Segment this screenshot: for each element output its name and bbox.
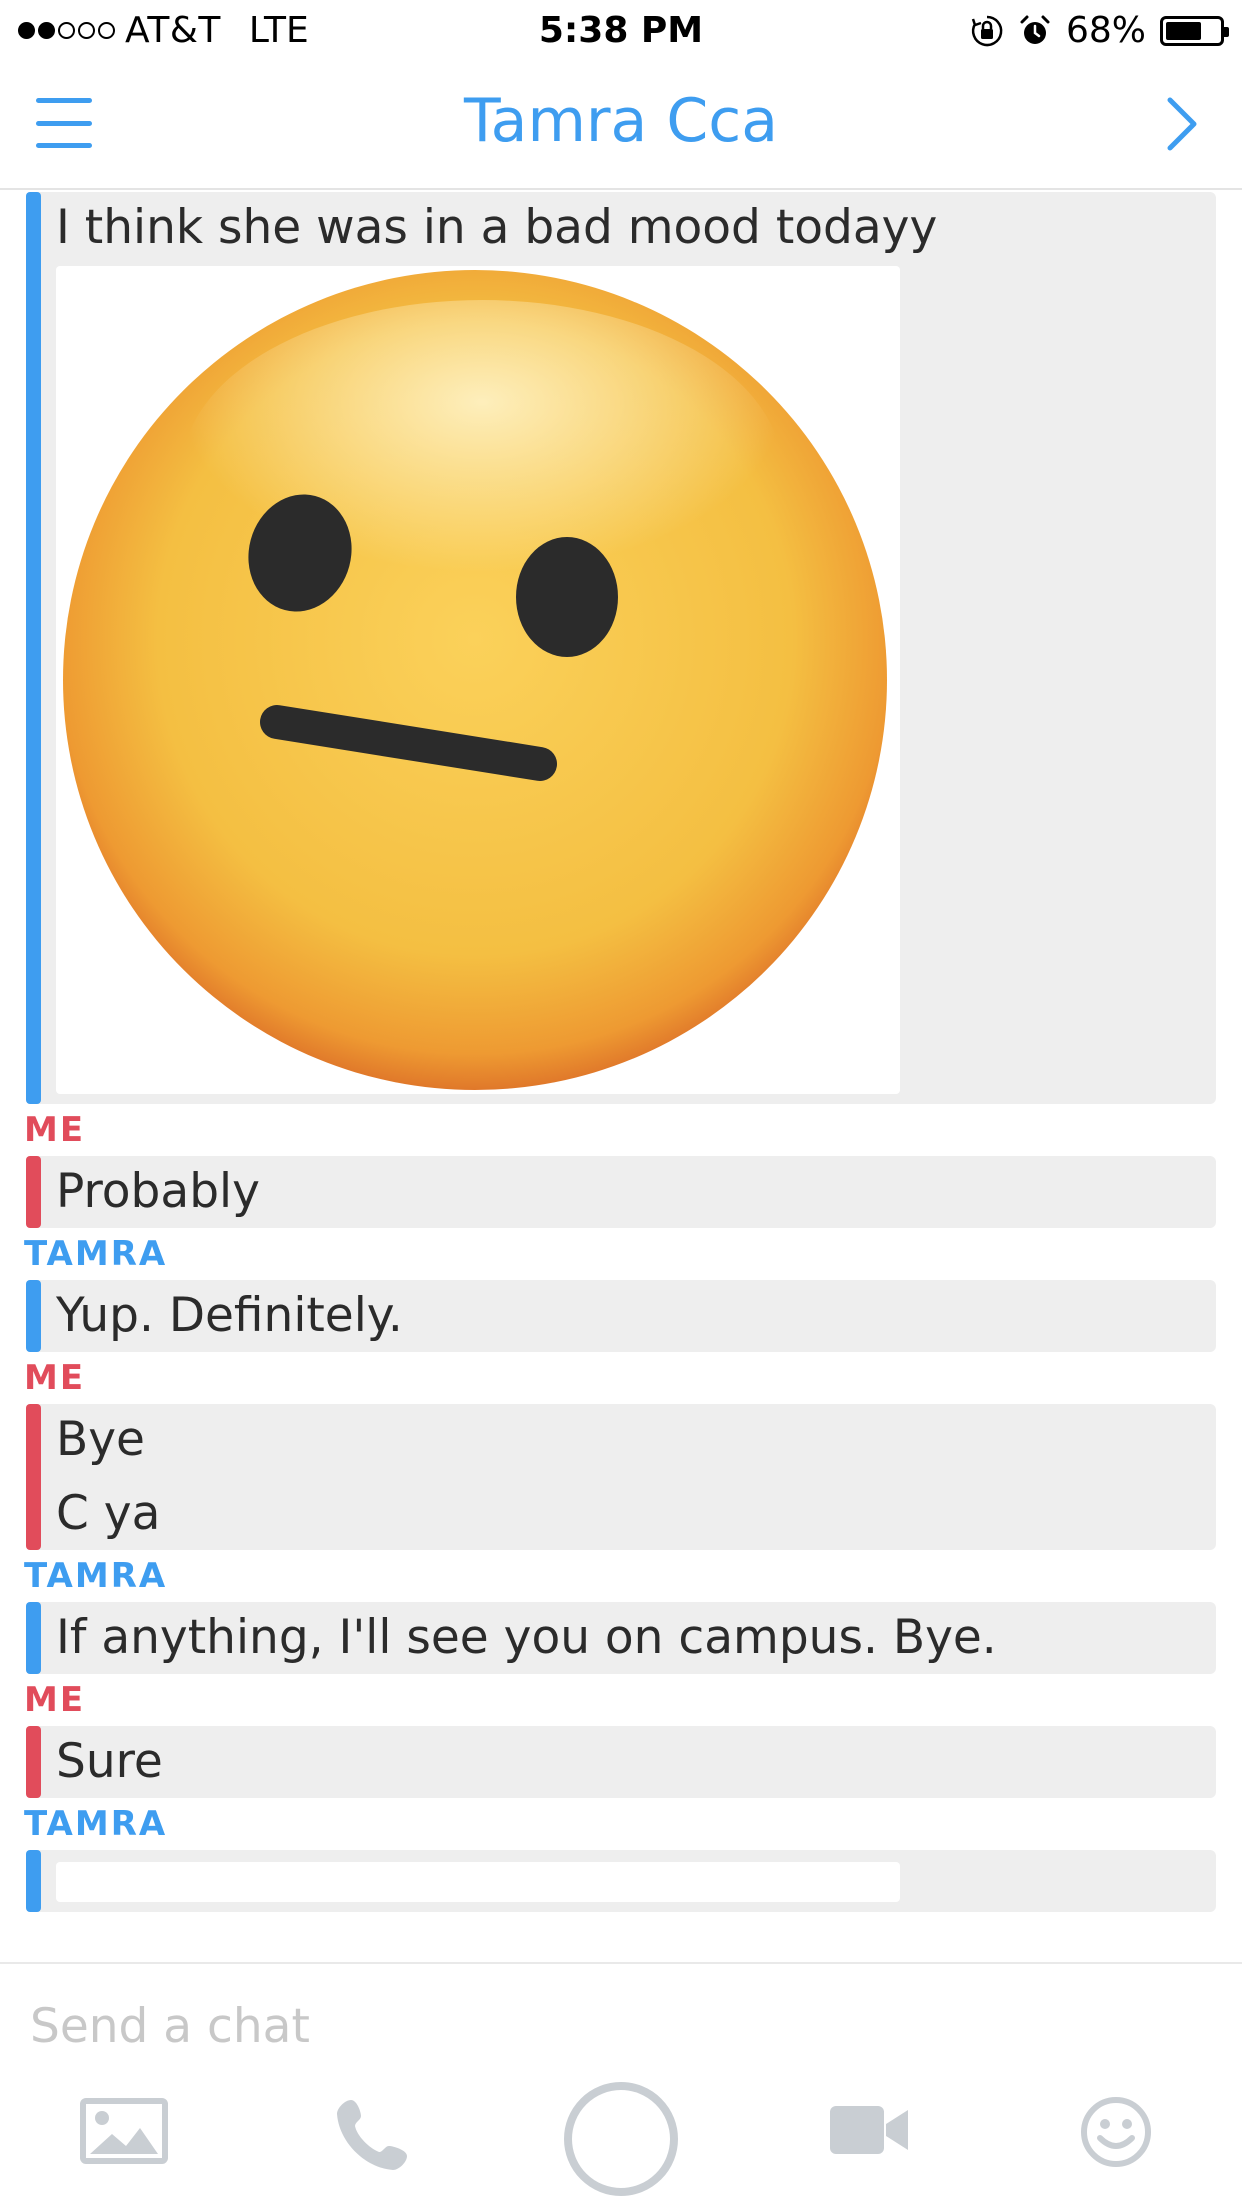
image-attachment[interactable] — [56, 1862, 900, 1902]
chat-title[interactable]: Tamra Cca — [0, 86, 1242, 156]
alarm-icon — [1020, 15, 1050, 44]
chat-input[interactable] — [30, 1994, 1210, 2058]
battery-percentage: 68% — [1065, 10, 1146, 51]
sender-label: TAMRA — [24, 1234, 168, 1274]
message-text: Yup. Definitely. — [56, 1288, 403, 1343]
message-bubble: Sure — [26, 1726, 1216, 1798]
sender-label: TAMRA — [24, 1804, 168, 1844]
sender-label: TAMRA — [24, 1556, 168, 1596]
emoji-icon[interactable] — [1080, 2096, 1152, 2168]
chat-header: Tamra Cca — [0, 62, 1242, 190]
sender-label: ME — [24, 1358, 86, 1398]
sender-label: ME — [24, 1680, 86, 1720]
orientation-lock-icon — [971, 15, 1003, 46]
message-bubble: I think she was in a bad mood todayy — [26, 192, 1216, 1104]
neutral-face-emoji-icon — [63, 270, 887, 1090]
message-bubble: Bye C ya — [26, 1404, 1216, 1550]
image-attachment[interactable] — [56, 266, 900, 1094]
chat-composer — [0, 1962, 1242, 2208]
chat-toolbar — [0, 2082, 1242, 2204]
message-text: I think she was in a bad mood todayy — [56, 200, 938, 255]
chevron-right-icon[interactable] — [1162, 96, 1202, 152]
status-right: 68% — [970, 10, 1229, 51]
message-text: C ya — [56, 1486, 161, 1541]
image-icon[interactable] — [80, 2098, 168, 2164]
sender-label: ME — [24, 1110, 86, 1150]
message-text: If anything, I'll see you on campus. Bye… — [56, 1610, 997, 1665]
message-bubble — [26, 1850, 1216, 1912]
message-text: Bye — [56, 1412, 145, 1467]
message-text: Probably — [56, 1164, 260, 1219]
capture-button[interactable] — [562, 2080, 680, 2198]
message-list[interactable]: I think she was in a bad mood todayy ME … — [0, 192, 1242, 1962]
message-bubble: Yup. Definitely. — [26, 1280, 1216, 1352]
video-camera-icon[interactable] — [828, 2102, 910, 2158]
message-bubble: Probably — [26, 1156, 1216, 1228]
message-text: Sure — [56, 1734, 163, 1789]
phone-icon[interactable] — [335, 2096, 411, 2172]
message-bubble: If anything, I'll see you on campus. Bye… — [26, 1602, 1216, 1674]
status-bar: AT&T LTE 5:38 PM 68% — [0, 0, 1242, 62]
battery-icon — [1160, 15, 1229, 46]
